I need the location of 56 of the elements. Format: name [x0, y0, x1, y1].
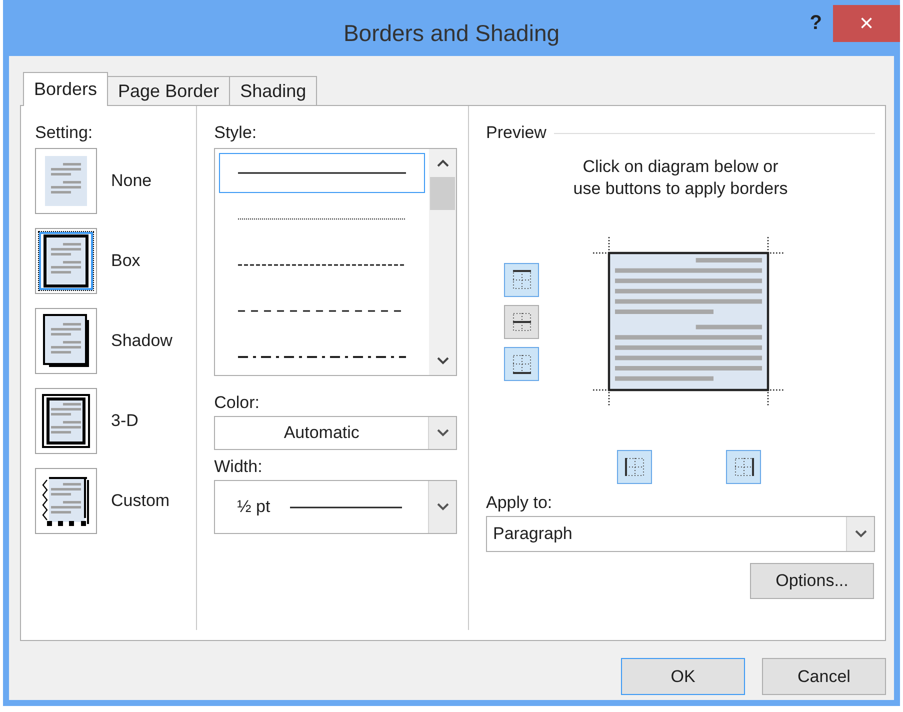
apply-to-label: Apply to: — [486, 492, 552, 514]
line-sample-icon — [238, 263, 406, 267]
help-button[interactable]: ? — [810, 12, 822, 35]
setting-tile-button[interactable] — [35, 228, 97, 294]
left-border-button[interactable] — [617, 450, 652, 484]
setting-option-label: Box — [111, 251, 140, 271]
color-dropdown[interactable]: Automatic — [214, 416, 458, 450]
setting-label: Setting: — [35, 122, 93, 144]
shadowed-page-icon — [41, 314, 91, 368]
chevron-down-icon — [436, 503, 449, 511]
top-border-button[interactable] — [504, 263, 539, 297]
width-dropdown[interactable]: ½ pt — [214, 480, 458, 534]
border-grid-icon — [510, 269, 532, 291]
dialog-button[interactable]: OK — [621, 658, 745, 695]
tab[interactable]: Borders — [23, 72, 108, 106]
chevron-up-icon[interactable] — [436, 159, 449, 167]
double-border-page-icon — [41, 394, 91, 448]
window-title: Borders and Shading — [343, 20, 560, 46]
border-grid-icon — [732, 456, 754, 478]
close-button[interactable]: × — [833, 5, 900, 42]
setting-tile-button[interactable] — [35, 388, 97, 454]
width-label: Width: — [214, 456, 262, 478]
setting-option-label: None — [111, 171, 152, 191]
style-label: Style: — [214, 122, 257, 144]
preview-instructions: Click on diagram below or use buttons to apply borders — [572, 156, 789, 200]
right-border-button[interactable] — [726, 450, 761, 484]
line-sample-icon — [290, 506, 402, 508]
setting-tile-button[interactable] — [35, 468, 97, 534]
chevron-down-icon — [854, 530, 866, 538]
border-grid-icon — [510, 311, 532, 333]
custom-border-page-icon — [41, 474, 91, 528]
dropdown-arrow-button[interactable] — [846, 517, 874, 551]
scroll-thumb[interactable] — [430, 177, 456, 210]
boxed-page-icon — [41, 234, 91, 288]
dropdown-arrow-button[interactable] — [428, 417, 456, 449]
options-button[interactable]: Options... — [750, 563, 874, 599]
setting-tile-button[interactable] — [35, 148, 97, 214]
bottom-border-button[interactable] — [504, 347, 539, 381]
line-sample-icon — [238, 355, 406, 359]
border-grid-icon — [510, 353, 532, 375]
tab[interactable]: Shading — [229, 76, 318, 105]
apply-to-dropdown[interactable]: Paragraph — [486, 516, 875, 552]
inside-horizontal-border-button[interactable] — [504, 305, 539, 339]
line-style-option[interactable] — [219, 153, 426, 193]
setting-option-label: Custom — [111, 491, 170, 511]
setting-option-label: 3-D — [111, 411, 138, 431]
line-sample-icon — [238, 217, 406, 221]
preview-label: Preview — [486, 122, 546, 144]
line-sample-icon — [238, 171, 406, 175]
setting-tile-button[interactable] — [35, 308, 97, 374]
border-grid-icon — [624, 456, 646, 478]
color-label: Color: — [214, 392, 260, 414]
chevron-down-icon[interactable] — [436, 357, 449, 365]
setting-option-label: Shadow — [111, 331, 172, 351]
chevron-down-icon — [436, 429, 449, 437]
dialog-button[interactable]: Cancel — [762, 658, 886, 695]
